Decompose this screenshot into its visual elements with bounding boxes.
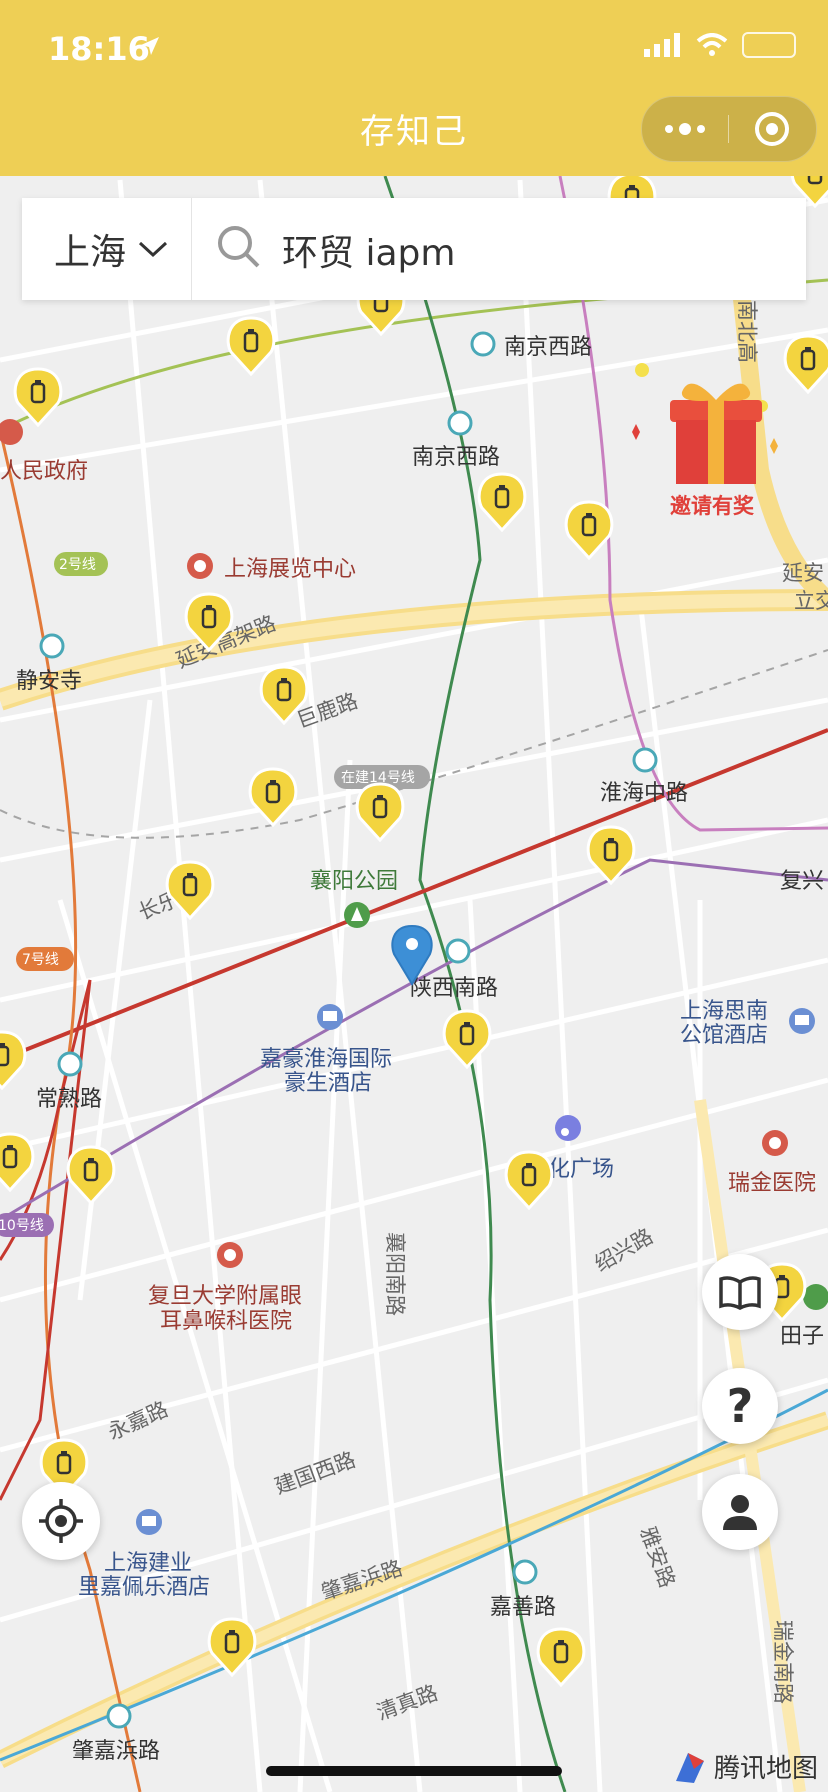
- svg-text:7号线: 7号线: [22, 952, 59, 968]
- svg-text:化广场: 化广场: [548, 1157, 614, 1182]
- chevron-down-icon: [138, 241, 168, 258]
- user-icon: [723, 1495, 757, 1530]
- map-logo-text: 腾讯地图: [714, 1754, 819, 1784]
- search-input[interactable]: 环贸 iapm: [282, 224, 455, 276]
- svg-text:上海展览中心: 上海展览中心: [224, 557, 356, 582]
- svg-text:复旦大学附属眼: 复旦大学附属眼: [148, 1284, 302, 1309]
- svg-text:嘉善路: 嘉善路: [490, 1595, 556, 1620]
- city-selector[interactable]: 上海: [22, 198, 192, 300]
- mini-program-capsule: [641, 96, 817, 162]
- search-icon: [218, 226, 260, 268]
- question-icon: ?: [726, 1379, 754, 1433]
- svg-text:田子: 田子: [780, 1324, 824, 1349]
- tencent-map-icon: [676, 1752, 704, 1783]
- svg-text:南京西路: 南京西路: [412, 445, 500, 470]
- locate-button[interactable]: [22, 1482, 100, 1560]
- svg-text:襄阳公园: 襄阳公园: [310, 869, 398, 894]
- svg-text:上海思南: 上海思南: [680, 999, 768, 1024]
- svg-text:豪生酒店: 豪生酒店: [284, 1071, 372, 1096]
- help-button[interactable]: ?: [702, 1368, 778, 1444]
- book-icon: [719, 1276, 761, 1310]
- svg-text:嘉豪淮海国际: 嘉豪淮海国际: [260, 1047, 392, 1072]
- status-indicators: [644, 32, 796, 58]
- svg-text:陕西南路: 陕西南路: [410, 976, 498, 1001]
- more-button[interactable]: [642, 97, 728, 161]
- svg-text:肇嘉浜路: 肇嘉浜路: [72, 1739, 160, 1764]
- svg-text:淮海中路: 淮海中路: [600, 781, 688, 806]
- svg-text:瑞金南路: 瑞金南路: [771, 1620, 795, 1704]
- dot-icon: [679, 123, 691, 135]
- user-button[interactable]: [702, 1474, 778, 1550]
- svg-text:里嘉佩乐酒店: 里嘉佩乐酒店: [78, 1575, 210, 1600]
- search-bar: 上海 环贸 iapm: [22, 198, 806, 300]
- svg-text:立交: 立交: [794, 589, 828, 613]
- promo-label[interactable]: 邀请有奖: [670, 490, 754, 520]
- svg-text:常熟路: 常熟路: [36, 1087, 102, 1112]
- svg-text:10号线: 10号线: [0, 1218, 44, 1234]
- guide-button[interactable]: [702, 1254, 778, 1330]
- wifi-icon: [696, 33, 728, 56]
- svg-text:人民政府: 人民政府: [0, 459, 88, 484]
- signal-icon: [644, 33, 680, 57]
- svg-text:瑞金医院: 瑞金医院: [728, 1171, 816, 1196]
- dot-icon: [665, 125, 673, 133]
- svg-text:延安: 延安: [782, 561, 824, 585]
- capsule-divider: [728, 115, 729, 143]
- svg-text:静安寺: 静安寺: [16, 669, 82, 694]
- svg-text:上海建业: 上海建业: [104, 1551, 192, 1576]
- crosshair-icon: [39, 1499, 83, 1543]
- svg-text:复兴: 复兴: [780, 869, 824, 894]
- city-label: 上海: [54, 232, 127, 273]
- map-logo: 腾讯地图: [672, 1748, 818, 1785]
- dot-icon: [697, 125, 705, 133]
- svg-text:耳鼻喉科医院: 耳鼻喉科医院: [160, 1309, 292, 1334]
- top-bar: 18:16 存知己: [0, 0, 828, 176]
- status-time: 18:16: [48, 30, 150, 68]
- svg-text:公馆酒店: 公馆酒店: [680, 1023, 768, 1048]
- svg-text:襄阳南路: 襄阳南路: [383, 1232, 407, 1316]
- battery-icon: [742, 32, 796, 58]
- svg-text:2号线: 2号线: [59, 557, 96, 573]
- home-indicator: [266, 1766, 562, 1776]
- close-miniprogram-icon[interactable]: [754, 111, 790, 147]
- svg-text:南京西路: 南京西路: [504, 335, 592, 360]
- location-arrow-icon: [141, 37, 159, 55]
